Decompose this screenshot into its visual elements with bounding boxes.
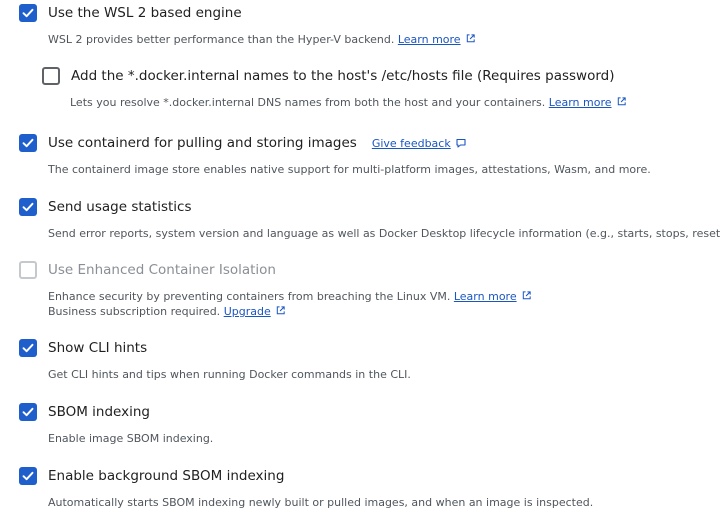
feedback-icon [456, 138, 466, 148]
checkmark-icon [22, 407, 34, 417]
upgrade-link[interactable]: Upgrade [224, 305, 271, 318]
sbom-label: SBOM indexing [48, 404, 150, 420]
checkmark-icon [22, 343, 34, 353]
eci-checkbox[interactable] [19, 261, 37, 279]
containerd-label: Use containerd for pulling and storing i… [48, 135, 357, 151]
eci-label: Use Enhanced Container Isolation [48, 262, 276, 278]
external-link-icon [617, 97, 626, 106]
eci-learn-more-link[interactable]: Learn more [454, 290, 517, 303]
checkmark-icon [22, 202, 34, 212]
docker-internal-learn-more-link[interactable]: Learn more [549, 96, 612, 109]
sbom-checkbox[interactable] [19, 403, 37, 421]
usage-stats-label: Send usage statistics [48, 199, 192, 215]
checkmark-icon [22, 138, 34, 148]
bg-sbom-description: Automatically starts SBOM indexing newly… [48, 496, 594, 509]
wsl2-description: WSL 2 provides better performance than t… [48, 32, 476, 47]
external-link-icon [466, 34, 475, 43]
external-link-icon [276, 306, 285, 315]
external-link-icon [522, 291, 531, 300]
sbom-description: Enable image SBOM indexing. [48, 432, 214, 445]
containerd-description: The containerd image store enables nativ… [48, 163, 651, 176]
wsl2-label: Use the WSL 2 based engine [48, 5, 242, 21]
bg-sbom-label: Enable background SBOM indexing [48, 468, 285, 484]
usage-stats-checkbox[interactable] [19, 198, 37, 216]
docker-internal-checkbox[interactable] [42, 67, 60, 85]
eci-description: Enhance security by preventing container… [48, 289, 532, 319]
checkmark-icon [22, 8, 34, 18]
checkmark-icon [22, 471, 34, 481]
bg-sbom-checkbox[interactable] [19, 467, 37, 485]
wsl2-learn-more-link[interactable]: Learn more [398, 33, 461, 46]
cli-hints-checkbox[interactable] [19, 339, 37, 357]
wsl2-checkbox[interactable] [19, 4, 37, 22]
cli-hints-label: Show CLI hints [48, 340, 148, 356]
docker-internal-description: Lets you resolve *.docker.internal DNS n… [70, 95, 627, 110]
usage-stats-description: Send error reports, system version and l… [48, 227, 720, 240]
containerd-checkbox[interactable] [19, 134, 37, 152]
cli-hints-description: Get CLI hints and tips when running Dock… [48, 368, 411, 381]
give-feedback-link[interactable]: Give feedback [372, 137, 467, 150]
docker-internal-label: Add the *.docker.internal names to the h… [71, 68, 615, 84]
